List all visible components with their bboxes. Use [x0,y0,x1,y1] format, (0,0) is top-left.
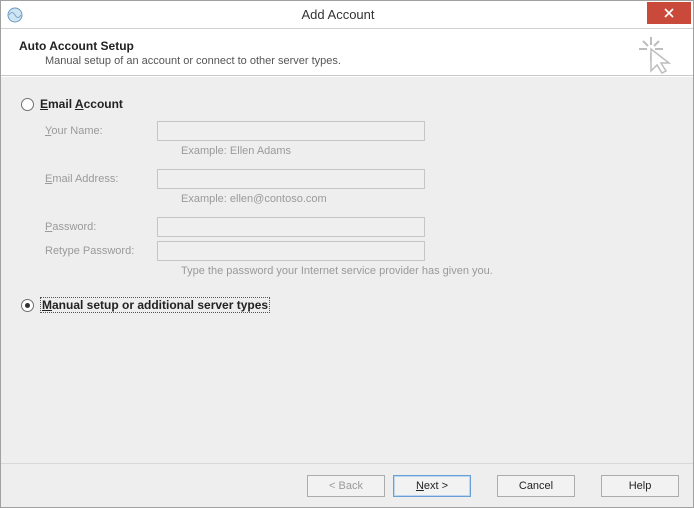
next-button[interactable]: Next > [393,475,471,497]
option-email-account[interactable]: Email Account [21,97,673,111]
retype-password-input [157,241,425,261]
email-address-label: Email Address: [45,173,157,185]
wizard-header: Auto Account Setup Manual setup of an ac… [1,29,693,76]
your-name-label: Your Name: [45,125,157,137]
radio-icon [21,98,34,111]
password-input [157,217,425,237]
header-title: Auto Account Setup [19,39,675,53]
email-form: Your Name: Example: Ellen Adams Email Ad… [45,121,673,277]
password-label: Password: [45,221,157,233]
cancel-button[interactable]: Cancel [497,475,575,497]
header-subtitle: Manual setup of an account or connect to… [45,55,675,67]
password-hint: Type the password your Internet service … [181,265,673,277]
email-address-hint: Example: ellen@contoso.com [181,193,673,205]
email-address-input [157,169,425,189]
close-button[interactable] [647,2,691,24]
wizard-footer: < Back Next > Cancel Help [1,463,693,507]
app-icon [7,7,23,23]
your-name-hint: Example: Ellen Adams [181,145,673,157]
add-account-window: Add Account Auto Account Setup Manual se… [0,0,694,508]
wizard-content: Email Account Your Name: Example: Ellen … [1,76,693,463]
option-manual-setup[interactable]: Manual setup or additional server types [21,297,673,313]
option-email-label: Email Account [40,97,123,111]
back-button: < Back [307,475,385,497]
titlebar: Add Account [1,1,693,29]
help-button[interactable]: Help [601,475,679,497]
radio-icon [21,299,34,312]
window-title: Add Account [29,7,647,22]
retype-password-label: Retype Password: [45,245,157,257]
cursor-star-icon [637,35,677,75]
your-name-input [157,121,425,141]
option-manual-label: Manual setup or additional server types [40,297,270,313]
